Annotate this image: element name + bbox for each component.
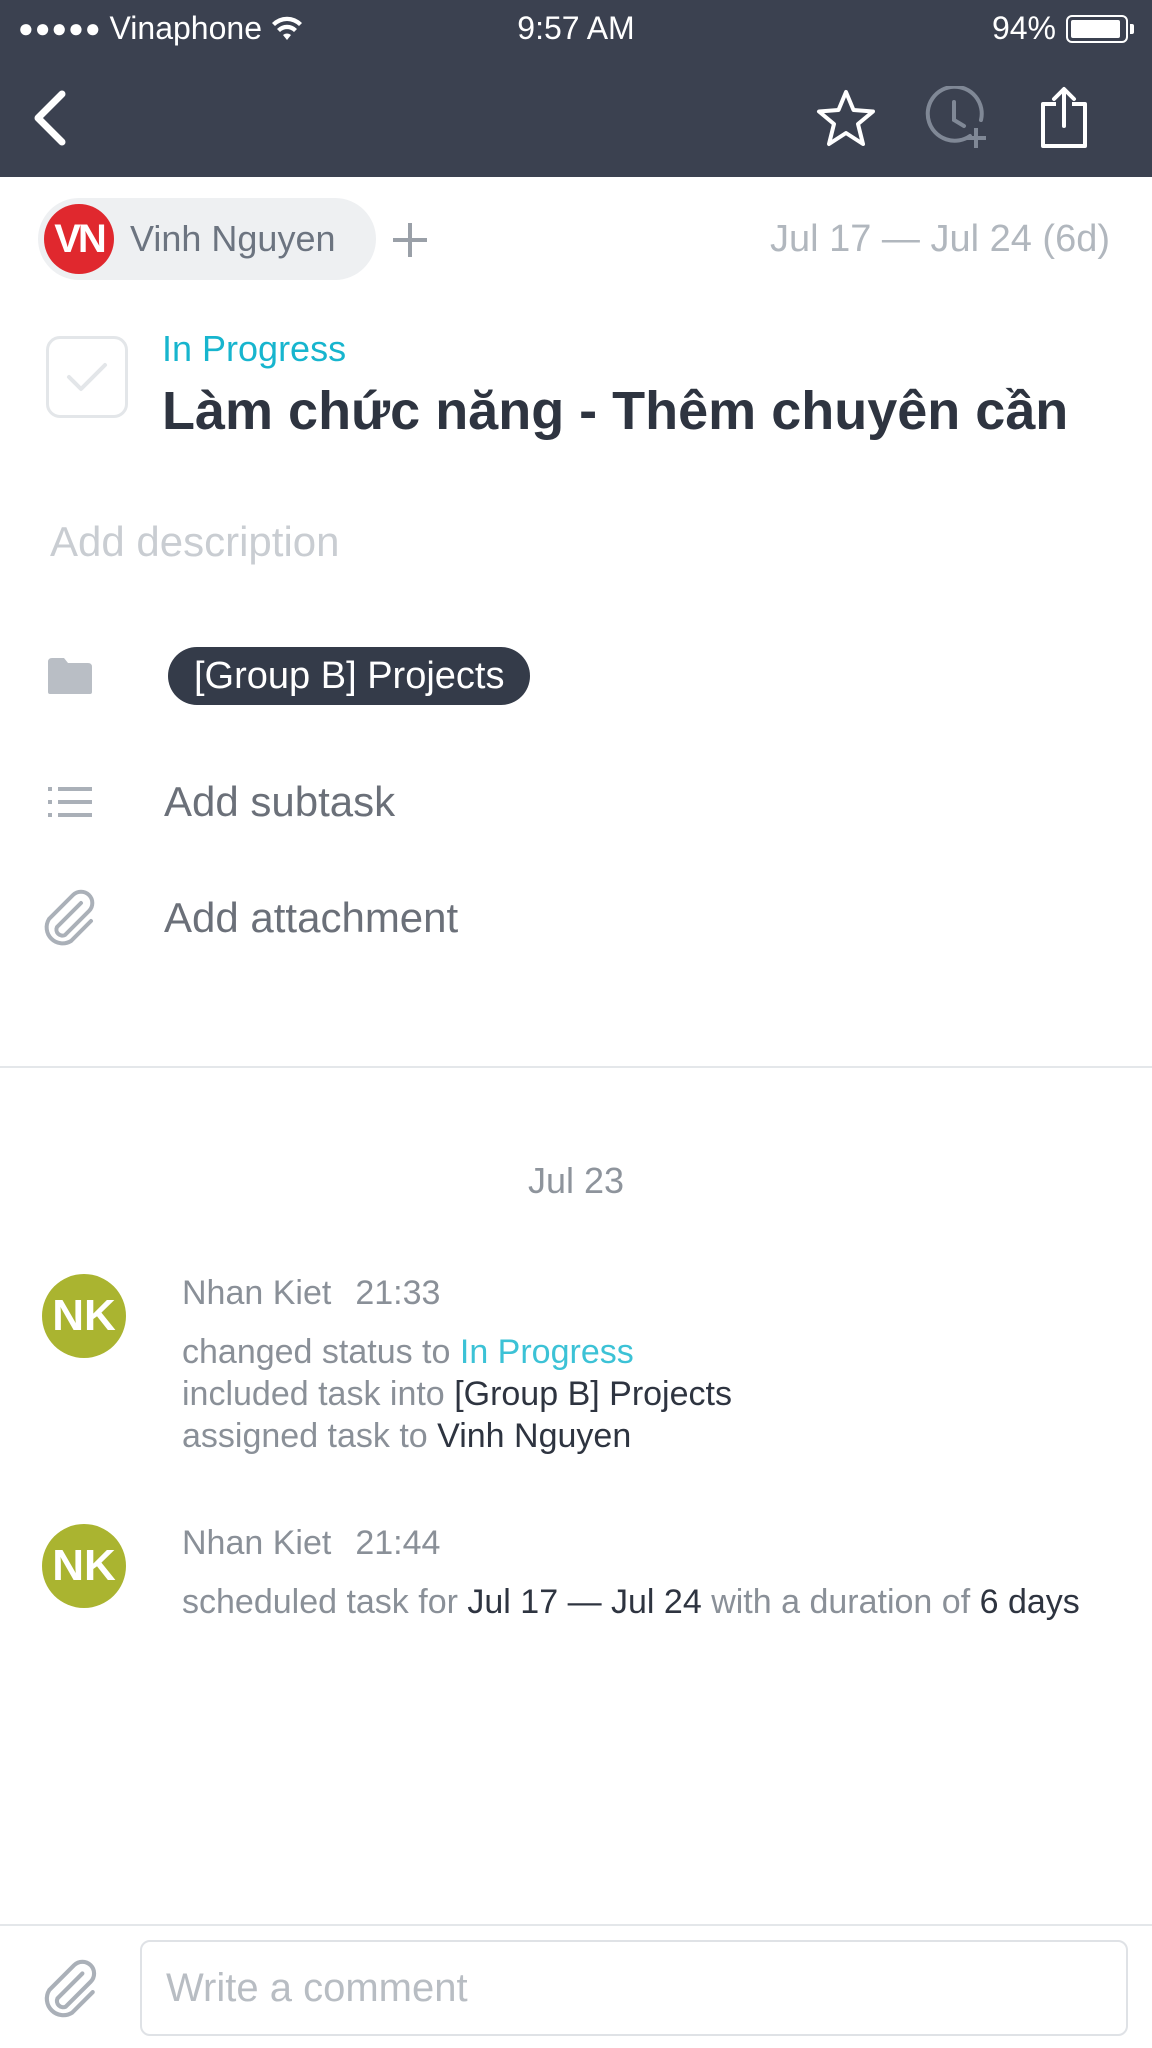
assignee-name: Vinh Nguyen [130,218,336,259]
avatar: NK [42,1274,126,1358]
project-tag[interactable]: [Group B] Projects [168,647,531,705]
comment-divider [0,1924,1152,1926]
activity-body: Nhan Kiet 21:33 changed status to In Pro… [182,1274,1142,1457]
activity-time: 21:44 [355,1524,441,1562]
activity-header: Nhan Kiet 21:44 [182,1524,1142,1563]
nav-bar [0,58,1152,177]
avatar: NK [42,1524,126,1608]
activity-body: Nhan Kiet 21:44 scheduled task for Jul 1… [182,1524,1142,1623]
activity-day-label: Jul 23 [527,1160,625,1201]
battery-fill [1071,19,1120,38]
share-icon [1041,87,1087,148]
activity-text: changed status to In Progress included t… [182,1331,1142,1457]
back-button[interactable] [14,82,86,154]
task-complete-checkbox[interactable] [46,336,128,418]
clock-plus-icon [925,86,986,148]
activity-line-status: changed status to In Progress [182,1331,1142,1373]
task-status[interactable]: In Progress [162,328,346,370]
battery-icon [1066,14,1128,43]
activity-action-text: scheduled task for [182,1583,458,1621]
activity-action-text: changed status to [182,1333,451,1371]
add-assignee-button[interactable] [385,210,435,270]
activity-header: Nhan Kiet 21:33 [182,1274,1142,1313]
section-divider [0,1066,1152,1068]
add-subtask-label: Add subtask [164,778,396,825]
activity-project-value: [Group B] Projects [454,1375,732,1413]
task-title[interactable]: Làm chức năng - Thêm chuyên cần [162,380,1068,442]
battery-percent: 94% [991,10,1056,46]
plus-icon [393,223,427,257]
activity-author: Nhan Kiet [182,1524,332,1562]
status-bar: ●●●●● Vinaphone 9:57 AM 94% [0,0,1152,58]
share-button[interactable] [1028,82,1100,154]
back-chevron-icon [34,90,66,146]
clock: 9:57 AM [517,10,635,46]
list-icon [40,772,100,832]
activity-action-text: with a duration of [711,1583,971,1621]
star-icon [817,90,875,146]
activity-line-assign: assigned task to Vinh Nguyen [182,1415,1142,1457]
activity-line-project: included task into [Group B] Projects [182,1373,1142,1415]
battery-tip [1130,23,1134,34]
activity-text: scheduled task for Jul 17 — Jul 24 with … [182,1581,1142,1623]
avatar: VN [44,204,114,274]
comment-attach-button[interactable] [36,1954,106,2024]
battery-indicator: 94% [992,10,1134,47]
add-attachment-row[interactable]: Add attachment [40,888,458,948]
project-row[interactable]: [Group B] Projects [40,646,531,706]
description-field[interactable]: Add description [50,518,340,566]
schedule-button[interactable] [920,82,992,154]
folder-icon [40,646,100,706]
comment-input[interactable] [140,1940,1128,2036]
favorite-button[interactable] [810,82,882,154]
date-range[interactable]: Jul 17 — Jul 24 (6d) [770,218,1110,261]
activity-time: 21:33 [355,1274,441,1312]
checkmark-icon [67,363,107,391]
activity-author: Nhan Kiet [182,1274,332,1312]
activity-status-value: In Progress [459,1333,634,1371]
paperclip-icon [44,1959,97,2018]
assignee-chip[interactable]: VN Vinh Nguyen [38,198,376,280]
add-attachment-label: Add attachment [164,894,459,941]
activity-assignee-value: Vinh Nguyen [437,1417,632,1455]
activity-action-text: assigned task to [182,1417,428,1455]
activity-duration-value: 6 days [979,1583,1080,1621]
activity-action-text: included task into [182,1375,445,1413]
top-bar: ●●●●● Vinaphone 9:57 AM 94% [0,0,1152,177]
paperclip-icon [40,888,100,948]
add-subtask-row[interactable]: Add subtask [40,772,395,832]
activity-range-value: Jul 17 — Jul 24 [467,1583,702,1621]
